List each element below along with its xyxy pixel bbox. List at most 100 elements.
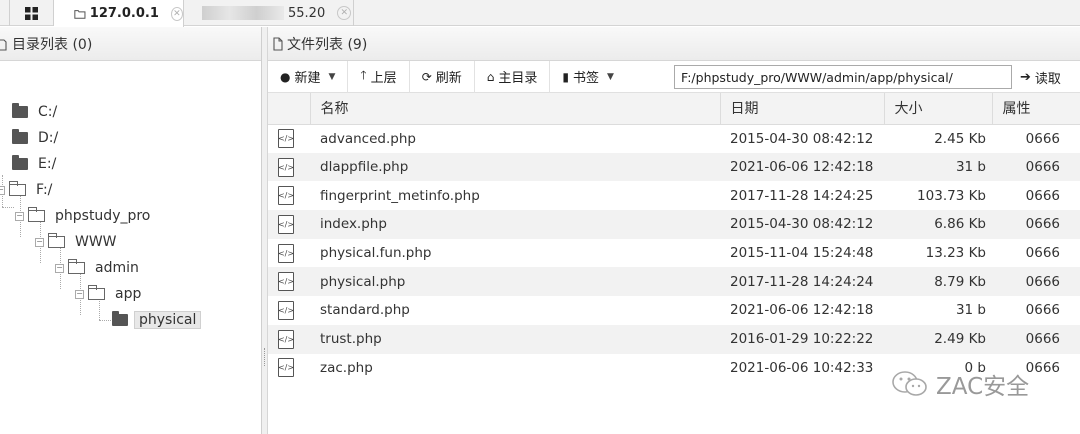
file-name[interactable]: standard.php bbox=[310, 296, 720, 325]
tree-node-label: F:/ bbox=[36, 182, 53, 198]
file-attr[interactable]: 0666 bbox=[992, 210, 1080, 239]
table-row[interactable]: </> standard.php 2021-06-06 12:42:18 31 b 06… bbox=[268, 296, 1080, 325]
folder-outline-icon bbox=[0, 38, 7, 51]
file-attr[interactable]: 0666 bbox=[992, 152, 1080, 182]
collapse-icon[interactable]: − bbox=[15, 211, 24, 221]
directory-panel-title: 目录列表 (0) bbox=[12, 36, 93, 53]
collapse-icon[interactable]: − bbox=[0, 185, 5, 195]
tree-node-label: E:/ bbox=[38, 156, 57, 172]
read-button[interactable]: ➔ 读取 bbox=[1020, 61, 1061, 93]
folder-icon bbox=[12, 155, 28, 170]
file-size: 31 b bbox=[884, 152, 992, 182]
folder-open-icon bbox=[48, 233, 65, 248]
file-size: 31 b bbox=[955, 302, 986, 319]
path-input[interactable]: F:/phpstudy_pro/WWW/admin/app/physical/ bbox=[674, 65, 1012, 89]
directory-panel: 目录列表 (0) C:/ D:/ E:/ − F:/ − phpstudy_pr… bbox=[0, 27, 262, 434]
tab-remote[interactable]: 55.20 ✕ bbox=[184, 0, 354, 26]
up-button[interactable]: 🡑 上层 bbox=[348, 60, 410, 93]
file-date: 2017-11-28 14:24:25 bbox=[730, 187, 874, 204]
collapse-icon[interactable]: − bbox=[55, 263, 64, 273]
table-row[interactable]: </> dlappfile.php 2021-06-06 12:42:18 31 b0… bbox=[268, 152, 1080, 182]
column-header-attr[interactable]: 属性 bbox=[992, 93, 1080, 125]
file-name[interactable]: trust.php bbox=[310, 324, 720, 354]
tree-node-label: admin bbox=[95, 260, 139, 276]
plus-circle-icon: ● bbox=[280, 69, 291, 84]
file-attr[interactable]: 0666 bbox=[992, 181, 1080, 210]
watermark: ZAC安全 bbox=[890, 367, 1029, 401]
php-file-icon: </> bbox=[278, 272, 294, 292]
file-icon-cell: </> bbox=[268, 296, 310, 325]
table-header-row: 名称 日期 大小 属性 bbox=[268, 93, 1080, 125]
tree-node-label: C:/ bbox=[38, 104, 58, 120]
file-attr[interactable]: 0666 bbox=[992, 296, 1080, 325]
splitter-grip[interactable] bbox=[264, 348, 266, 366]
bookmark-button[interactable]: ▮ 书签 ▼ bbox=[550, 61, 626, 93]
refresh-button[interactable]: ⟳ 刷新 bbox=[410, 60, 475, 93]
file-table: 名称 日期 大小 属性 </> advanced.php 2015-04-30 08… bbox=[268, 93, 1080, 382]
table-row[interactable]: </> fingerprint_metinfo.php 2017-11-28 14:… bbox=[268, 181, 1080, 210]
file-name[interactable]: fingerprint_metinfo.php bbox=[310, 181, 720, 210]
wechat-icon bbox=[892, 371, 927, 396]
arrow-right-icon: ➔ bbox=[1020, 69, 1031, 85]
file-panel-header: 文件列表 (9) bbox=[268, 27, 1080, 61]
collapse-icon[interactable]: − bbox=[35, 237, 44, 247]
file-attr[interactable]: 0666 bbox=[992, 239, 1080, 268]
tree-node-d[interactable]: D:/ bbox=[12, 127, 58, 149]
file-date: 2015-04-30 08:42:12 bbox=[720, 210, 884, 239]
column-header-icon bbox=[268, 93, 311, 125]
tree-node-c[interactable]: C:/ bbox=[12, 101, 57, 123]
file-outline-icon bbox=[273, 36, 283, 51]
file-name[interactable]: zac.php bbox=[310, 354, 720, 383]
tree-node-label: D:/ bbox=[38, 130, 59, 146]
table-row[interactable]: </> trust.php 2016-01-29 10:22:22 2.49 Kb 06… bbox=[268, 324, 1080, 354]
home-button[interactable]: ⌂ 主目录 bbox=[475, 60, 551, 93]
table-row[interactable]: </> physical.fun.php 2015-11-04 15:24:48 13… bbox=[268, 239, 1080, 268]
folder-open-icon bbox=[68, 259, 85, 274]
tree-node-label: phpstudy_pro bbox=[55, 208, 151, 224]
tree-node-admin[interactable]: − admin bbox=[55, 257, 139, 279]
php-file-icon: </> bbox=[278, 214, 294, 234]
tab-label: 127.0.0.1 bbox=[89, 6, 159, 21]
file-size: 2.49 Kb bbox=[884, 324, 992, 354]
table-row[interactable]: </> index.php 2015-04-30 08:42:12 6.86 Kb 06… bbox=[268, 210, 1080, 239]
tree-node-app[interactable]: − app bbox=[75, 283, 141, 305]
file-name[interactable]: physical.fun.php bbox=[310, 239, 720, 268]
file-attr[interactable]: 0666 bbox=[992, 267, 1080, 297]
column-header-size[interactable]: 大小 bbox=[884, 93, 993, 125]
file-name[interactable]: index.php bbox=[310, 210, 720, 239]
up-button-label: 上层 bbox=[370, 71, 397, 86]
file-attr[interactable]: 0666 bbox=[992, 124, 1080, 153]
file-date: 2016-01-29 10:22:22 bbox=[720, 324, 884, 354]
file-name[interactable]: advanced.php bbox=[310, 124, 720, 153]
tree-node-e[interactable]: E:/ bbox=[12, 153, 56, 175]
file-attr[interactable]: 0666 bbox=[992, 324, 1080, 354]
file-icon-cell: </> bbox=[268, 267, 310, 297]
refresh-icon: ⟳ bbox=[421, 69, 432, 84]
column-header-date[interactable]: 日期 bbox=[720, 93, 885, 125]
file-name[interactable]: dlappfile.php bbox=[310, 152, 720, 182]
file-date: 2021-06-06 12:42:18 bbox=[720, 152, 884, 182]
tree-node-physical[interactable]: physical bbox=[112, 309, 202, 331]
table-row[interactable]: </> advanced.php 2015-04-30 08:42:12 2.45 K… bbox=[268, 124, 1080, 153]
file-date: 2015-04-30 08:42:12 bbox=[730, 130, 874, 147]
file-name[interactable]: physical.php bbox=[310, 267, 720, 297]
php-file-icon: </> bbox=[278, 186, 294, 206]
table-row[interactable]: </> physical.php 2017-11-28 14:24:24 8.79 K… bbox=[268, 267, 1080, 297]
refresh-button-label: 刷新 bbox=[435, 71, 462, 86]
tab-scroll-left[interactable] bbox=[0, 0, 10, 26]
collapse-icon[interactable]: − bbox=[75, 289, 84, 299]
tree-node-www[interactable]: − WWW bbox=[35, 231, 117, 253]
column-header-name[interactable]: 名称 bbox=[310, 93, 721, 125]
tab-grid-button[interactable] bbox=[10, 0, 54, 26]
tab-127-0-0-1[interactable]: 127.0.0.1 ✕ bbox=[54, 0, 184, 27]
tree-node-f[interactable]: − F:/ bbox=[0, 179, 52, 201]
file-date: 2021-06-06 12:42:18 bbox=[730, 302, 874, 319]
home-icon: ⌂ bbox=[486, 69, 495, 84]
home-button-label: 主目录 bbox=[498, 71, 538, 86]
close-icon[interactable]: ✕ bbox=[170, 6, 183, 21]
tree-node-phpstudy-pro[interactable]: − phpstudy_pro bbox=[15, 205, 150, 227]
close-icon[interactable]: ✕ bbox=[337, 6, 352, 20]
read-button-label: 读取 bbox=[1034, 71, 1061, 87]
file-date: 2021-06-06 10:42:33 bbox=[730, 359, 874, 376]
new-button[interactable]: ● 新建 ▼ bbox=[268, 60, 349, 93]
